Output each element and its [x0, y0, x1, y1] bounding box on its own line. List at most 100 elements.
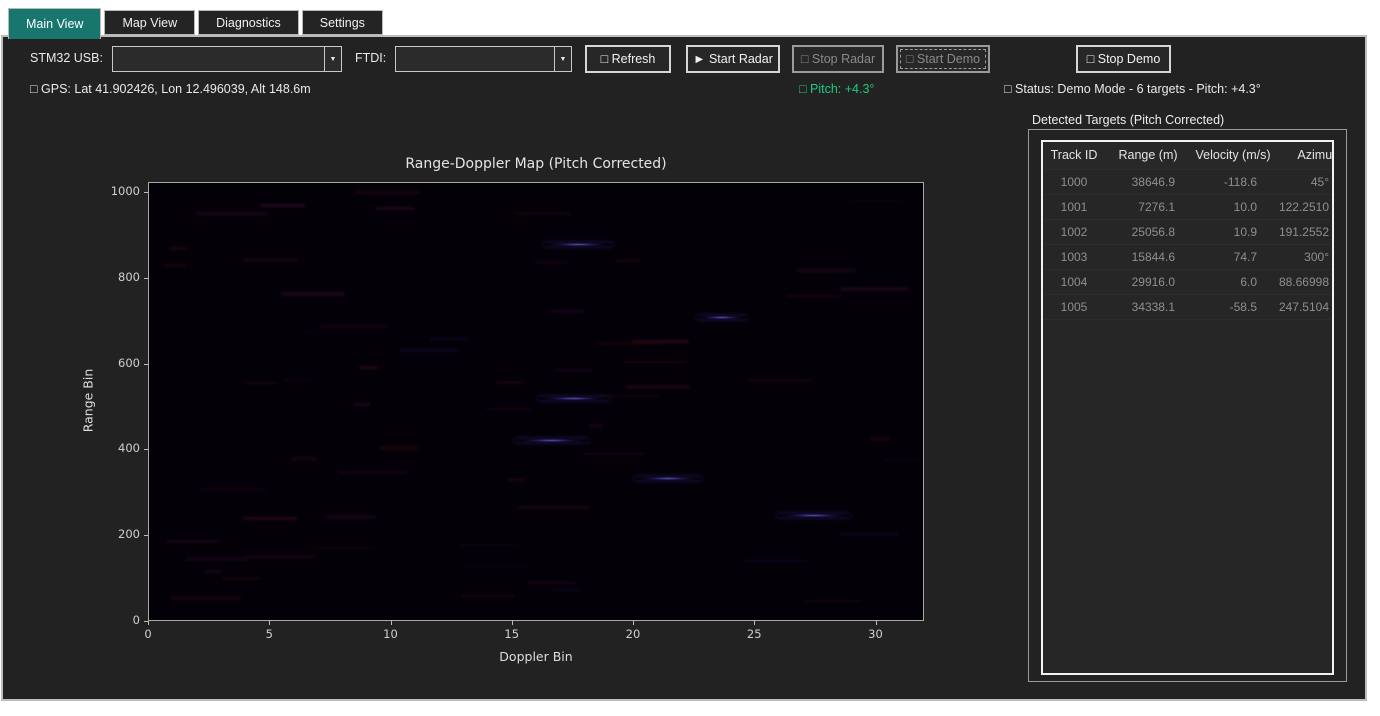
noise-smudge: [870, 437, 890, 440]
chevron-down-icon[interactable]: ▼: [324, 47, 341, 71]
chevron-down-icon[interactable]: ▼: [554, 47, 571, 71]
table-cell[interactable]: 1001: [1043, 194, 1105, 219]
range-doppler-heatmap: [148, 182, 924, 621]
table-cell[interactable]: 1004: [1043, 269, 1105, 294]
noise-smudge: [515, 212, 571, 214]
y-tick-mark: [144, 621, 148, 622]
y-tick-label: 0: [94, 613, 140, 627]
noise-smudge: [461, 594, 515, 598]
table-cell[interactable]: 34338.1: [1105, 294, 1191, 319]
noise-smudge: [626, 385, 690, 389]
x-tick-label: 20: [618, 627, 648, 641]
table-cell[interactable]: 6.0: [1191, 269, 1275, 294]
table-row[interactable]: 100534338.1-58.5247.5104: [1043, 294, 1334, 319]
table-cell[interactable]: 45°: [1275, 169, 1334, 194]
noise-smudge: [508, 478, 524, 481]
table-cell[interactable]: 25056.8: [1105, 219, 1191, 244]
table-cell[interactable]: 122.2510: [1275, 194, 1334, 219]
noise-smudge: [463, 565, 528, 567]
y-tick-label: 1000: [94, 184, 140, 198]
table-row[interactable]: 10017276.110.0122.2510: [1043, 194, 1334, 219]
stm32-usb-combobox[interactable]: ▼: [112, 46, 342, 72]
tab-settings[interactable]: Settings: [302, 10, 383, 35]
y-tick-label: 200: [94, 527, 140, 541]
start-radar-button[interactable]: ► Start Radar: [686, 45, 780, 73]
noise-smudge: [260, 204, 305, 206]
table-cell[interactable]: 1003: [1043, 244, 1105, 269]
table-cell[interactable]: 15844.6: [1105, 244, 1191, 269]
tab-diagnostics[interactable]: Diagnostics: [198, 10, 299, 35]
column-header-range[interactable]: Range (m): [1105, 142, 1191, 169]
table-cell[interactable]: 7276.1: [1105, 194, 1191, 219]
table-cell[interactable]: 300°: [1275, 244, 1334, 269]
table-row[interactable]: 100315844.674.7300°: [1043, 244, 1334, 269]
stm32-usb-combobox-value: [113, 47, 324, 71]
x-tick-mark: [512, 621, 513, 625]
tab-main-view[interactable]: Main View: [8, 8, 101, 39]
stop-demo-button[interactable]: □ Stop Demo: [1076, 45, 1171, 73]
status-text: □ Status: Demo Mode - 6 targets - Pitch:…: [1004, 82, 1261, 96]
y-tick-label: 400: [94, 441, 140, 455]
chart-title: Range-Doppler Map (Pitch Corrected): [148, 156, 924, 172]
x-tick-label: 5: [254, 627, 284, 641]
column-header-track-id[interactable]: Track ID: [1043, 142, 1105, 169]
column-header-azimuth[interactable]: Azimuth: [1275, 142, 1334, 169]
table-cell[interactable]: 29916.0: [1105, 269, 1191, 294]
table-cell[interactable]: 10.9: [1191, 219, 1275, 244]
noise-smudge: [185, 557, 248, 561]
noise-smudge: [583, 453, 645, 455]
table-cell[interactable]: -118.6: [1191, 169, 1275, 194]
table-cell[interactable]: 88.66998: [1275, 269, 1334, 294]
noise-smudge: [169, 247, 187, 250]
noise-smudge: [196, 212, 268, 215]
y-axis-label: Range Bin: [81, 368, 96, 434]
table-row[interactable]: 100429916.06.088.66998: [1043, 269, 1334, 294]
noise-smudge: [786, 295, 842, 297]
noise-smudge: [244, 555, 317, 558]
table-cell[interactable]: 1005: [1043, 294, 1105, 319]
noise-smudge: [555, 369, 592, 372]
noise-smudge: [200, 488, 266, 490]
table-cell[interactable]: 74.7: [1191, 244, 1275, 269]
x-tick-mark: [876, 621, 877, 625]
table-cell[interactable]: 1000: [1043, 169, 1105, 194]
refresh-button[interactable]: □ Refresh: [585, 45, 671, 73]
noise-smudge: [353, 403, 370, 407]
y-tick-label: 600: [94, 356, 140, 370]
table-cell[interactable]: 1002: [1043, 219, 1105, 244]
targets-grid[interactable]: Track ID Range (m) Velocity (m/s) Azimut…: [1041, 140, 1334, 675]
table-cell[interactable]: 10.0: [1191, 194, 1275, 219]
noise-smudge: [550, 589, 582, 592]
tab-map-view[interactable]: Map View: [104, 10, 195, 35]
column-header-velocity[interactable]: Velocity (m/s): [1191, 142, 1275, 169]
x-tick-label: 0: [133, 627, 163, 641]
noise-smudge: [796, 269, 856, 272]
noise-smudge: [355, 191, 420, 194]
x-axis-label: Doppler Bin: [148, 649, 924, 664]
table-cell[interactable]: 38646.9: [1105, 169, 1191, 194]
detection-streak: [538, 397, 608, 400]
ftdi-combobox-value: [396, 47, 554, 71]
table-cell[interactable]: 247.5104: [1275, 294, 1334, 319]
ftdi-combobox[interactable]: ▼: [395, 46, 572, 72]
table-row[interactable]: 100225056.810.9191.2552: [1043, 219, 1334, 244]
noise-smudge: [379, 446, 418, 450]
table-header-row: Track ID Range (m) Velocity (m/s) Azimut…: [1043, 142, 1334, 169]
noise-smudge: [163, 264, 187, 267]
table-row[interactable]: 100038646.9-118.645°: [1043, 169, 1334, 194]
table-cell[interactable]: -58.5: [1191, 294, 1275, 319]
detection-streak: [697, 316, 746, 319]
noise-smudge: [804, 600, 862, 602]
noise-smudge: [429, 337, 468, 340]
noise-smudge: [534, 261, 569, 264]
noise-smudge: [166, 540, 220, 543]
detection-streak: [777, 514, 850, 517]
pitch-indicator: □ Pitch: +4.3°: [799, 82, 874, 96]
table-cell[interactable]: 191.2552: [1275, 219, 1334, 244]
noise-smudge: [589, 424, 603, 427]
noise-smudge: [597, 342, 663, 345]
noise-smudge: [840, 287, 908, 291]
ftdi-label: FTDI:: [355, 51, 386, 65]
x-tick-mark: [754, 621, 755, 625]
gps-status-text: □ GPS: Lat 41.902426, Lon 12.496039, Alt…: [30, 82, 311, 96]
